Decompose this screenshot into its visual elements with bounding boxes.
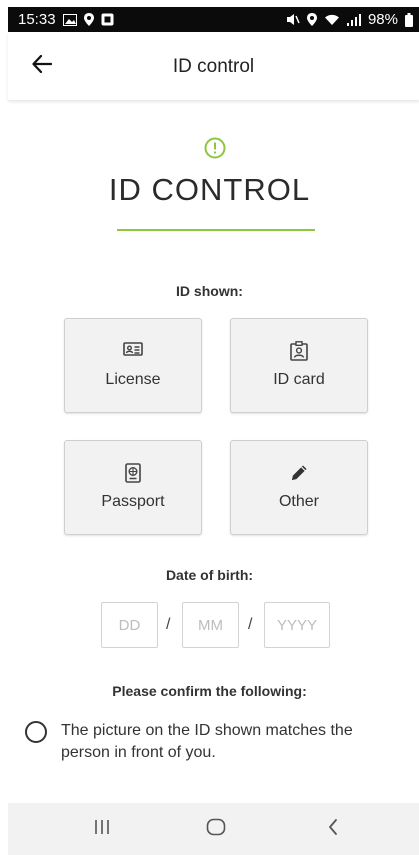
location-notification-icon [83, 13, 94, 26]
title-underline [117, 229, 315, 231]
app-notification-icon [101, 13, 114, 26]
system-back-button[interactable] [319, 817, 347, 841]
app-header: ID control [8, 32, 419, 100]
confirm-label: Please confirm the following: [112, 683, 307, 699]
chevron-left-icon [327, 818, 339, 841]
id-option-license[interactable]: License [64, 318, 202, 413]
id-option-label: ID card [273, 371, 325, 388]
image-notification-icon [62, 13, 77, 26]
home-button[interactable] [202, 817, 230, 841]
battery-percent: 98% [367, 11, 398, 28]
id-option-label: Other [278, 493, 319, 510]
id-option-label: Passport [101, 493, 165, 510]
dob-separator: / [248, 616, 253, 633]
dob-separator: / [166, 616, 171, 633]
page-title: ID CONTROL [108, 172, 311, 207]
confirm-item-text: The picture on the ID shown matches the … [61, 722, 353, 761]
id-option-label: License [105, 371, 161, 388]
mute-icon [286, 13, 300, 26]
dob-year-input[interactable] [264, 602, 330, 648]
license-icon [65, 341, 201, 357]
dob-day-input[interactable] [101, 602, 158, 648]
id-option-passport[interactable]: Passport [64, 440, 202, 535]
signal-icon [346, 13, 361, 26]
passport-icon [65, 463, 201, 483]
status-bar: 15:33 98% [8, 7, 419, 32]
home-icon [206, 818, 226, 841]
id-option-id-card[interactable]: ID card [230, 318, 368, 413]
system-nav-bar [8, 803, 419, 855]
pencil-icon [231, 463, 367, 483]
alert-circle-icon [204, 137, 226, 159]
recent-apps-icon [94, 819, 110, 840]
status-right: 98% [286, 11, 413, 28]
confirm-radio[interactable] [25, 721, 47, 743]
header-title: ID control [172, 56, 255, 77]
wifi-icon [324, 14, 340, 26]
recent-apps-button[interactable] [88, 817, 116, 841]
id-shown-label: ID shown: [176, 283, 243, 299]
status-left: 15:33 [18, 11, 114, 28]
location-icon [306, 13, 317, 26]
id-card-icon [231, 341, 367, 361]
battery-icon [405, 12, 413, 27]
dob-label: Date of birth: [165, 567, 254, 583]
status-time: 15:33 [18, 11, 56, 28]
id-option-other[interactable]: Other [230, 440, 368, 535]
dob-month-input[interactable] [182, 602, 239, 648]
